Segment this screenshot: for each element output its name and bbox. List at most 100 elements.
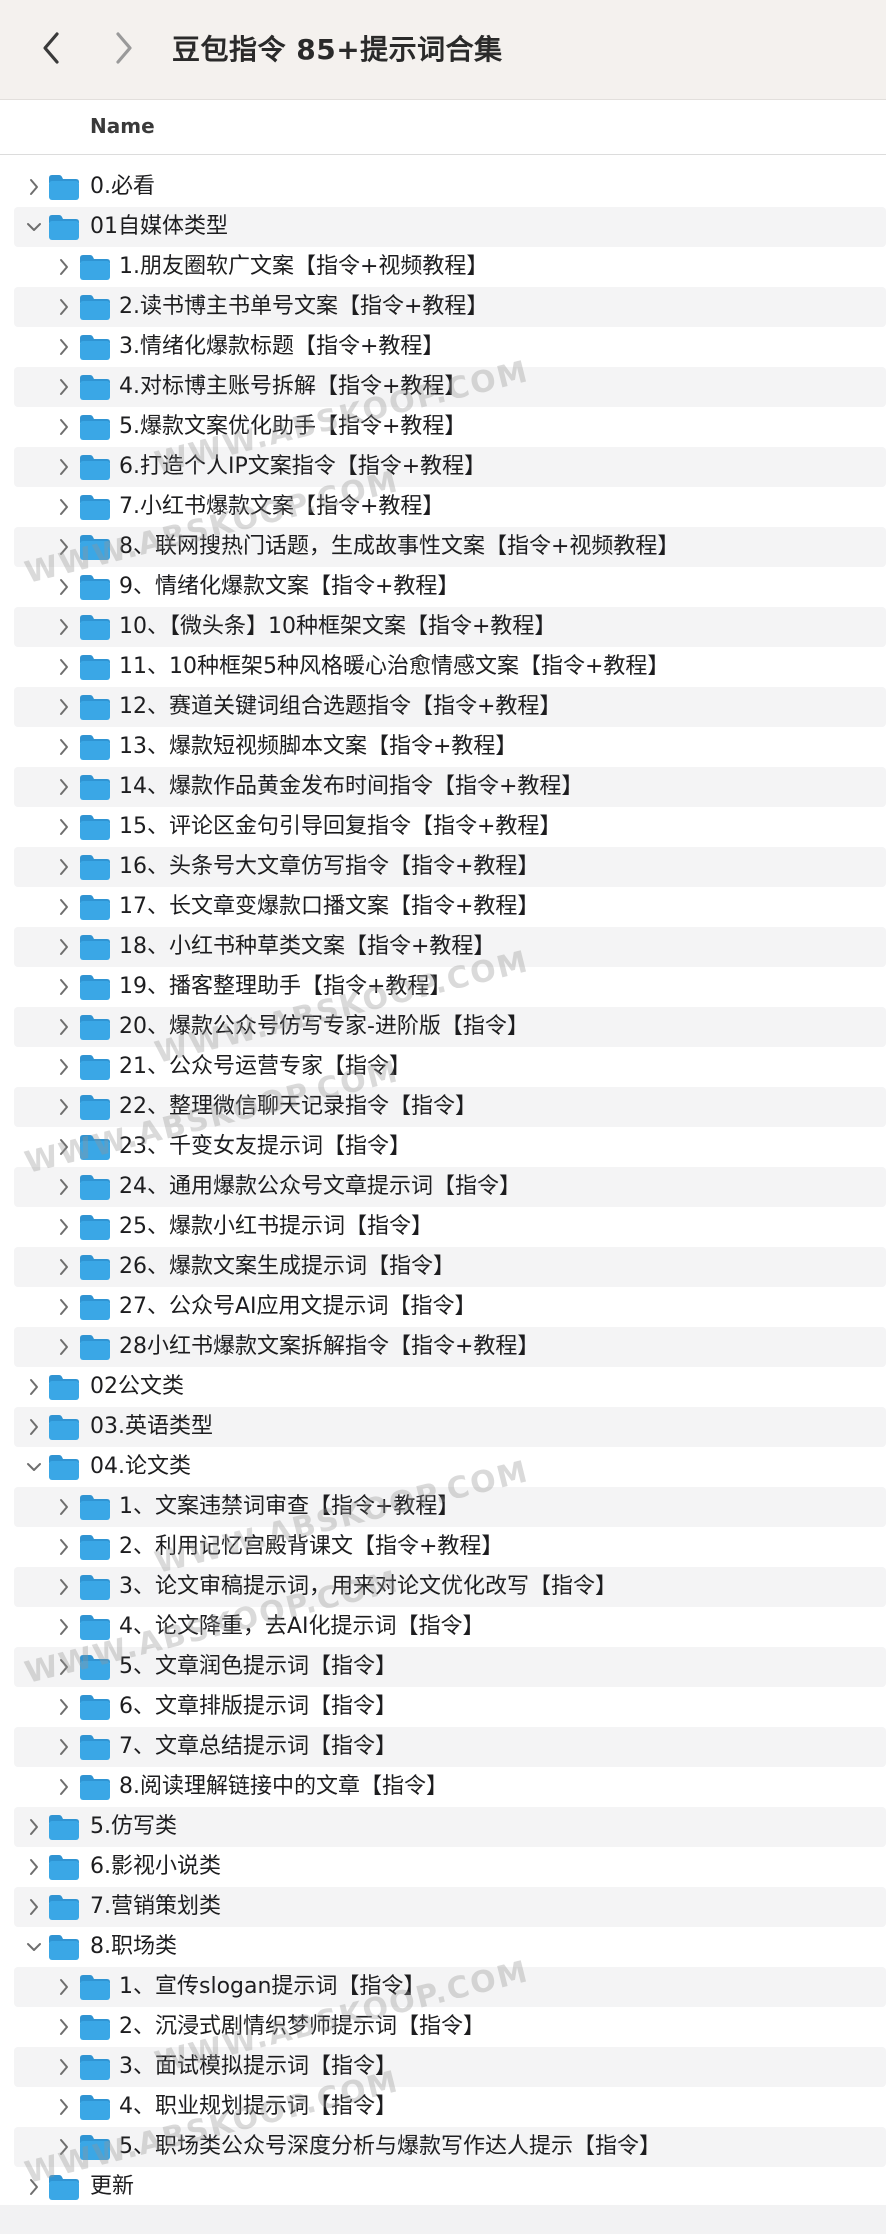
disclosure-chevron-right-icon[interactable] (56, 897, 72, 917)
subfolder-row[interactable]: 4、论文降重，去AI化提示词【指令】 (0, 1607, 886, 1647)
disclosure-chevron-right-icon[interactable] (56, 2017, 72, 2037)
folder-row[interactable]: 更新 (0, 2167, 886, 2207)
disclosure-chevron-right-icon[interactable] (56, 1537, 72, 1557)
subfolder-row[interactable]: 5、文章润色提示词【指令】 (0, 1647, 886, 1687)
disclosure-chevron-right-icon[interactable] (56, 1057, 72, 1077)
disclosure-chevron-right-icon[interactable] (56, 857, 72, 877)
disclosure-chevron-right-icon[interactable] (56, 537, 72, 557)
subfolder-row[interactable]: 1、文案违禁词审查【指令+教程】 (0, 1487, 886, 1527)
disclosure-chevron-right-icon[interactable] (56, 1257, 72, 1277)
subfolder-row[interactable]: 8、联网搜热门话题，生成故事性文案【指令+视频教程】 (0, 527, 886, 567)
disclosure-chevron-right-icon[interactable] (26, 1857, 42, 1877)
subfolder-row[interactable]: 3、面试模拟提示词【指令】 (0, 2047, 886, 2087)
folder-row[interactable]: 0.必看 (0, 167, 886, 207)
disclosure-chevron-right-icon[interactable] (56, 297, 72, 317)
subfolder-row[interactable]: 1.朋友圈软广文案【指令+视频教程】 (0, 247, 886, 287)
disclosure-chevron-down-icon[interactable] (26, 1457, 42, 1477)
folder-row[interactable]: 8.职场类 (0, 1927, 886, 1967)
subfolder-row[interactable]: 16、头条号大文章仿写指令【指令+教程】 (0, 847, 886, 887)
disclosure-chevron-right-icon[interactable] (56, 1017, 72, 1037)
folder-row[interactable]: 5.仿写类 (0, 1807, 886, 1847)
subfolder-row[interactable]: 9、情绪化爆款文案【指令+教程】 (0, 567, 886, 607)
subfolder-row[interactable]: 24、通用爆款公众号文章提示词【指令】 (0, 1167, 886, 1207)
disclosure-chevron-right-icon[interactable] (56, 337, 72, 357)
disclosure-chevron-right-icon[interactable] (56, 1297, 72, 1317)
subfolder-row[interactable]: 1、宣传slogan提示词【指令】 (0, 1967, 886, 2007)
disclosure-chevron-right-icon[interactable] (56, 457, 72, 477)
subfolder-row[interactable]: 5.爆款文案优化助手【指令+教程】 (0, 407, 886, 447)
disclosure-chevron-right-icon[interactable] (56, 1497, 72, 1517)
disclosure-chevron-right-icon[interactable] (56, 1337, 72, 1357)
disclosure-chevron-right-icon[interactable] (56, 377, 72, 397)
disclosure-chevron-down-icon[interactable] (26, 217, 42, 237)
subfolder-row[interactable]: 2.读书博主书单号文案【指令+教程】 (0, 287, 886, 327)
folder-row[interactable]: 7.营销策划类 (0, 1887, 886, 1927)
subfolder-row[interactable]: 4、职业规划提示词【指令】 (0, 2087, 886, 2127)
subfolder-row[interactable]: 2、沉浸式剧情织梦师提示词【指令】 (0, 2007, 886, 2047)
disclosure-chevron-right-icon[interactable] (56, 697, 72, 717)
folder-row[interactable]: 03.英语类型 (0, 1407, 886, 1447)
subfolder-row[interactable]: 10、【微头条】10种框架文案【指令+教程】 (0, 607, 886, 647)
subfolder-row[interactable]: 17、长文章变爆款口播文案【指令+教程】 (0, 887, 886, 927)
folder-row[interactable]: 02公文类 (0, 1367, 886, 1407)
disclosure-chevron-right-icon[interactable] (56, 257, 72, 277)
disclosure-chevron-right-icon[interactable] (26, 1377, 42, 1397)
subfolder-row[interactable]: 26、爆款文案生成提示词【指令】 (0, 1247, 886, 1287)
back-button[interactable] (30, 22, 74, 74)
disclosure-chevron-right-icon[interactable] (56, 1697, 72, 1717)
disclosure-chevron-right-icon[interactable] (56, 1097, 72, 1117)
disclosure-chevron-right-icon[interactable] (56, 737, 72, 757)
disclosure-chevron-right-icon[interactable] (56, 977, 72, 997)
subfolder-row[interactable]: 7.小红书爆款文案【指令+教程】 (0, 487, 886, 527)
disclosure-chevron-right-icon[interactable] (56, 2137, 72, 2157)
subfolder-row[interactable]: 19、播客整理助手【指令+教程】 (0, 967, 886, 1007)
subfolder-row[interactable]: 3.情绪化爆款标题【指令+教程】 (0, 327, 886, 367)
disclosure-chevron-right-icon[interactable] (26, 1897, 42, 1917)
disclosure-chevron-right-icon[interactable] (56, 1977, 72, 1997)
subfolder-row[interactable]: 7、文章总结提示词【指令】 (0, 1727, 886, 1767)
disclosure-chevron-right-icon[interactable] (56, 1657, 72, 1677)
subfolder-row[interactable]: 2、利用记忆宫殿背课文【指令+教程】 (0, 1527, 886, 1567)
subfolder-row[interactable]: 6、文章排版提示词【指令】 (0, 1687, 886, 1727)
disclosure-chevron-right-icon[interactable] (56, 1217, 72, 1237)
disclosure-chevron-right-icon[interactable] (56, 1777, 72, 1797)
disclosure-chevron-right-icon[interactable] (56, 1577, 72, 1597)
disclosure-chevron-right-icon[interactable] (26, 1417, 42, 1437)
disclosure-chevron-right-icon[interactable] (56, 1617, 72, 1637)
subfolder-row[interactable]: 4.对标博主账号拆解【指令+教程】 (0, 367, 886, 407)
disclosure-chevron-right-icon[interactable] (56, 777, 72, 797)
disclosure-chevron-right-icon[interactable] (56, 817, 72, 837)
subfolder-row[interactable]: 22、整理微信聊天记录指令【指令】 (0, 1087, 886, 1127)
subfolder-row[interactable]: 21、公众号运营专家【指令】 (0, 1047, 886, 1087)
subfolder-row[interactable]: 25、爆款小红书提示词【指令】 (0, 1207, 886, 1247)
disclosure-chevron-right-icon[interactable] (56, 1737, 72, 1757)
disclosure-chevron-right-icon[interactable] (56, 657, 72, 677)
disclosure-chevron-right-icon[interactable] (26, 1817, 42, 1837)
disclosure-chevron-right-icon[interactable] (56, 417, 72, 437)
disclosure-chevron-right-icon[interactable] (56, 497, 72, 517)
disclosure-chevron-right-icon[interactable] (56, 2097, 72, 2117)
disclosure-chevron-right-icon[interactable] (56, 617, 72, 637)
name-column-header[interactable]: Name (90, 114, 155, 138)
folder-row[interactable]: 04.论文类 (0, 1447, 886, 1487)
subfolder-row[interactable]: 6.打造个人IP文案指令【指令+教程】 (0, 447, 886, 487)
disclosure-chevron-right-icon[interactable] (56, 1137, 72, 1157)
subfolder-row[interactable]: 14、爆款作品黄金发布时间指令【指令+教程】 (0, 767, 886, 807)
disclosure-chevron-right-icon[interactable] (26, 177, 42, 197)
subfolder-row[interactable]: 18、小红书种草类文案【指令+教程】 (0, 927, 886, 967)
disclosure-chevron-right-icon[interactable] (56, 2057, 72, 2077)
folder-row[interactable]: 6.影视小说类 (0, 1847, 886, 1887)
subfolder-row[interactable]: 13、爆款短视频脚本文案【指令+教程】 (0, 727, 886, 767)
folder-row[interactable]: 01自媒体类型 (0, 207, 886, 247)
subfolder-row[interactable]: 12、赛道关键词组合选题指令【指令+教程】 (0, 687, 886, 727)
subfolder-row[interactable]: 28小红书爆款文案拆解指令【指令+教程】 (0, 1327, 886, 1367)
subfolder-row[interactable]: 5、职场类公众号深度分析与爆款写作达人提示【指令】 (0, 2127, 886, 2167)
subfolder-row[interactable]: 3、论文审稿提示词，用来对论文优化改写【指令】 (0, 1567, 886, 1607)
subfolder-row[interactable]: 27、公众号AI应用文提示词【指令】 (0, 1287, 886, 1327)
disclosure-chevron-right-icon[interactable] (56, 1177, 72, 1197)
disclosure-chevron-right-icon[interactable] (26, 2177, 42, 2197)
disclosure-chevron-down-icon[interactable] (26, 1937, 42, 1957)
subfolder-row[interactable]: 15、评论区金句引导回复指令【指令+教程】 (0, 807, 886, 847)
disclosure-chevron-right-icon[interactable] (56, 937, 72, 957)
forward-button[interactable] (101, 22, 145, 74)
